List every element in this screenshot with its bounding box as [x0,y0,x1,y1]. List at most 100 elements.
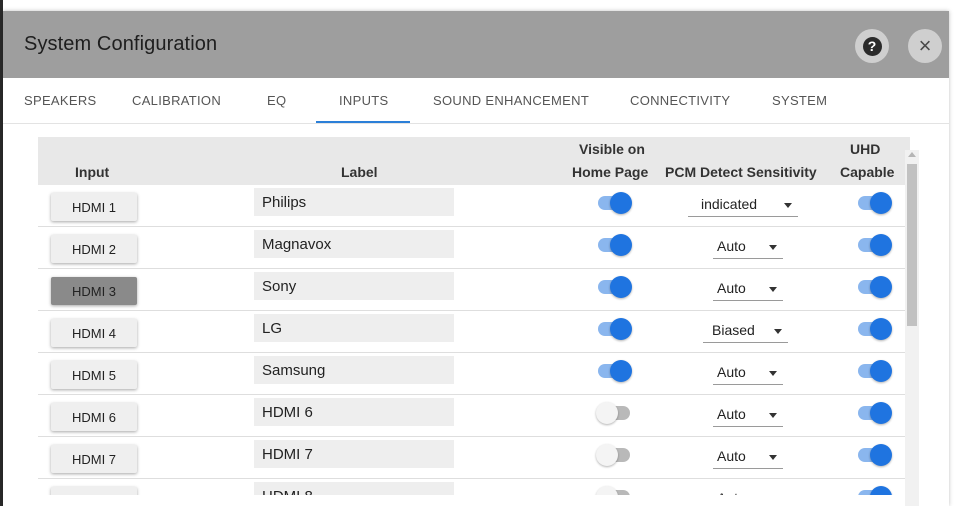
toggle-knob [596,444,618,466]
toggle-knob [596,486,618,495]
header-visible-line2: Home Page [572,164,649,180]
input-label-field[interactable] [254,272,454,300]
pcm-sensitivity-select[interactable]: Auto [713,487,783,495]
tab-calibration[interactable]: CALIBRATION [132,93,221,108]
table-row: HDMI 1 indicated [38,185,910,227]
table-header: Input Label Visible on Home Page PCM Det… [38,137,910,185]
uhd-capable-toggle[interactable] [856,233,892,257]
pcm-sensitivity-value: Auto [717,406,746,422]
toggle-knob [610,360,632,382]
input-select-button[interactable]: HDMI 2 [51,235,137,263]
toggle-knob [870,234,892,256]
pcm-sensitivity-value: indicated [701,196,758,212]
tab-connectivity[interactable]: CONNECTIVITY [630,93,730,108]
backdrop-top [0,0,956,10]
inputs-table: Input Label Visible on Home Page PCM Det… [38,137,910,495]
help-icon: ? [862,36,882,56]
visible-on-home-toggle[interactable] [596,401,632,425]
pcm-sensitivity-select[interactable]: indicated [688,193,798,217]
uhd-capable-toggle[interactable] [856,443,892,467]
chevron-down-icon [784,203,792,208]
header-pcm-detect: PCM Detect Sensitivity [665,164,817,180]
pcm-sensitivity-value: Auto [717,280,746,296]
input-label-field[interactable] [254,230,454,258]
visible-on-home-toggle[interactable] [596,485,632,495]
chevron-down-icon [769,287,777,292]
chevron-down-icon [769,371,777,376]
help-button[interactable]: ? [855,29,889,63]
tab-speakers[interactable]: SPEAKERS [24,93,96,108]
input-select-button[interactable]: HDMI 3 [51,277,137,305]
dialog-titlebar: System Configuration ? × [3,11,949,78]
toggle-knob [610,192,632,214]
input-select-button[interactable]: HDMI 7 [51,445,137,473]
pcm-sensitivity-select[interactable]: Auto [713,445,783,469]
visible-on-home-toggle[interactable] [596,359,632,383]
pcm-sensitivity-select[interactable]: Auto [713,277,783,301]
header-label: Label [341,164,378,180]
toggle-knob [870,444,892,466]
uhd-capable-toggle[interactable] [856,317,892,341]
table-row: HDMI 5 Auto [38,353,910,395]
toggle-knob [870,486,892,495]
pcm-sensitivity-value: Biased [712,322,755,338]
input-select-button[interactable]: HDMI 1 [51,193,137,221]
chevron-down-icon [769,455,777,460]
header-uhd-line1: UHD [850,141,881,157]
pcm-sensitivity-select[interactable]: Biased [703,319,788,343]
pcm-sensitivity-select[interactable]: Auto [713,235,783,259]
close-icon: × [918,33,932,58]
toggle-knob [610,276,632,298]
toggle-knob [870,192,892,214]
chevron-down-icon [769,245,777,250]
toggle-knob [870,402,892,424]
uhd-capable-toggle[interactable] [856,275,892,299]
page: System Configuration ? × SPEAKERS CALIBR… [0,0,956,506]
input-select-button[interactable]: HDMI 6 [51,403,137,431]
pcm-sensitivity-select[interactable]: Auto [713,403,783,427]
input-label-field[interactable] [254,482,454,495]
tab-system[interactable]: SYSTEM [772,93,827,108]
header-input: Input [75,164,110,180]
visible-on-home-toggle[interactable] [596,233,632,257]
uhd-capable-toggle[interactable] [856,359,892,383]
input-label-field[interactable] [254,440,454,468]
tab-eq[interactable]: EQ [267,93,286,108]
selected-tab-indicator [316,121,410,123]
toggle-knob [596,402,618,424]
tab-sound-enhancement[interactable]: SOUND ENHANCEMENT [433,93,589,108]
visible-on-home-toggle[interactable] [596,275,632,299]
input-label-field[interactable] [254,356,454,384]
toggle-knob [610,318,632,340]
input-select-button[interactable]: HDMI 8 [51,487,137,495]
input-label-field[interactable] [254,188,454,216]
chevron-down-icon [774,329,782,334]
dialog-title: System Configuration [24,33,218,55]
input-select-button[interactable]: HDMI 4 [51,319,137,347]
table-row: HDMI 6 Auto [38,395,910,437]
visible-on-home-toggle[interactable] [596,191,632,215]
visible-on-home-toggle[interactable] [596,443,632,467]
table-row: HDMI 2 Auto [38,227,910,269]
toggle-knob [870,360,892,382]
toggle-knob [870,318,892,340]
close-button[interactable]: × [908,29,942,63]
input-label-field[interactable] [254,314,454,342]
table-row: HDMI 3 Auto [38,269,910,311]
input-label-field[interactable] [254,398,454,426]
scroll-up-icon[interactable] [908,152,916,157]
tab-inputs[interactable]: INPUTS [339,93,388,108]
tab-bar: SPEAKERS CALIBRATION EQ INPUTS SOUND ENH… [3,78,949,124]
uhd-capable-toggle[interactable] [856,191,892,215]
vertical-scrollbar[interactable] [905,150,919,506]
pcm-sensitivity-value: Auto [717,448,746,464]
visible-on-home-toggle[interactable] [596,317,632,341]
uhd-capable-toggle[interactable] [856,401,892,425]
input-select-button[interactable]: HDMI 5 [51,361,137,389]
table-row: HDMI 7 Auto [38,437,910,479]
pcm-sensitivity-select[interactable]: Auto [713,361,783,385]
header-visible-line1: Visible on [579,141,645,157]
scroll-thumb[interactable] [907,164,917,326]
pcm-sensitivity-value: Auto [717,238,746,254]
uhd-capable-toggle[interactable] [856,485,892,495]
